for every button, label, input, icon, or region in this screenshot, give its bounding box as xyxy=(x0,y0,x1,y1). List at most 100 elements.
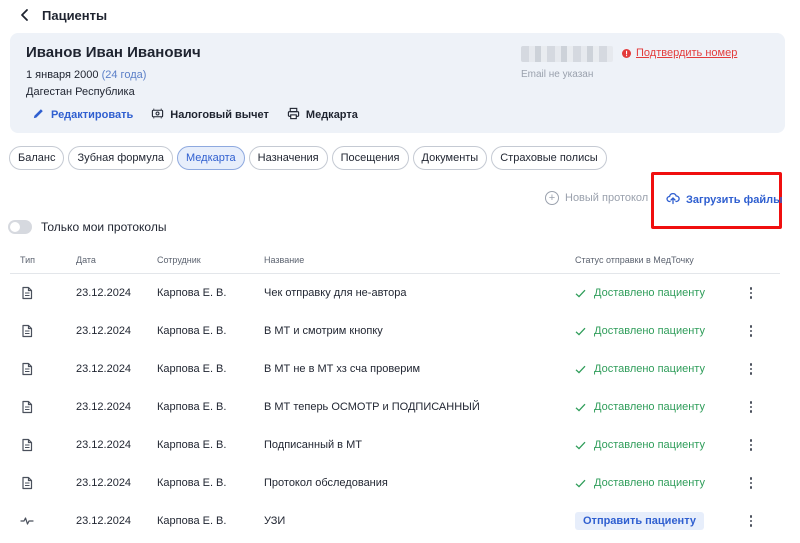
tax-deduction-button[interactable]: Налоговый вычет xyxy=(151,107,269,123)
row-employee: Карпова Е. В. xyxy=(157,287,227,299)
status-text: Доставлено пациенту xyxy=(594,325,705,337)
patient-dob-date: 1 января 2000 xyxy=(26,69,99,81)
row-title: Подписанный в МТ xyxy=(264,439,362,451)
tab-bar: Баланс Зубная формула Медкарта Назначени… xyxy=(9,146,607,170)
more-vertical-icon[interactable] xyxy=(745,474,757,492)
column-date: Дата xyxy=(76,254,96,265)
row-employee: Карпова Е. В. xyxy=(157,325,227,337)
status-delivered: Доставлено пациенту xyxy=(575,363,745,375)
document-icon xyxy=(20,400,76,414)
table-row[interactable]: 23.12.2024 Карпова Е. В. В МТ не в МТ хз… xyxy=(10,350,780,388)
status-text: Доставлено пациенту xyxy=(594,477,705,489)
row-employee: Карпова Е. В. xyxy=(157,515,227,527)
status-delivered: Доставлено пациенту xyxy=(575,325,745,337)
upload-files-label: Загрузить файлы xyxy=(686,193,783,206)
table-header: Тип Дата Сотрудник Название Статус отпра… xyxy=(10,246,780,274)
table-row[interactable]: 23.12.2024 Карпова Е. В. Протокол обслед… xyxy=(10,464,780,502)
document-icon xyxy=(20,286,76,300)
row-employee: Карпова Е. В. xyxy=(157,363,227,375)
check-icon xyxy=(575,478,586,489)
patient-actions: Редактировать Налоговый вычет Медкарта xyxy=(32,107,358,123)
column-type: Тип xyxy=(20,254,36,265)
tax-deduction-label: Налоговый вычет xyxy=(170,109,269,121)
patient-card: Иванов Иван Иванович 1 января 2000 (24 г… xyxy=(10,33,785,133)
status-delivered: Доставлено пациенту xyxy=(575,477,745,489)
row-employee: Карпова Е. В. xyxy=(157,401,227,413)
tab-documents[interactable]: Документы xyxy=(412,146,488,170)
tab-insurance[interactable]: Страховые полисы xyxy=(491,146,607,170)
check-icon xyxy=(575,288,586,299)
new-protocol-button[interactable]: + Новый протокол xyxy=(545,191,648,205)
row-employee: Карпова Е. В. xyxy=(157,439,227,451)
more-vertical-icon[interactable] xyxy=(745,512,757,530)
document-icon xyxy=(20,476,76,490)
status-text: Доставлено пациенту xyxy=(594,401,705,413)
document-icon xyxy=(20,438,76,452)
status-text: Доставлено пациенту xyxy=(594,363,705,375)
status-text: Доставлено пациенту xyxy=(594,439,705,451)
edit-button[interactable]: Редактировать xyxy=(32,107,133,123)
check-icon xyxy=(575,364,586,375)
more-vertical-icon[interactable] xyxy=(745,322,757,340)
confirm-phone-link[interactable]: Подтвердить номер xyxy=(636,47,737,59)
warning-icon xyxy=(622,48,631,58)
status-delivered: Доставлено пациенту xyxy=(575,439,745,451)
row-date: 23.12.2024 xyxy=(76,477,132,489)
more-vertical-icon[interactable] xyxy=(745,398,757,416)
table-row[interactable]: 23.12.2024 Карпова Е. В. В МТ и смотрим … xyxy=(10,312,780,350)
send-to-patient-button[interactable]: Отправить пациенту xyxy=(575,512,704,530)
check-icon xyxy=(575,402,586,413)
medcard-print-label: Медкарта xyxy=(305,109,358,121)
printer-icon xyxy=(287,107,300,123)
pencil-icon xyxy=(32,107,45,123)
column-status: Статус отправки в МедТочку xyxy=(575,254,694,265)
table-row[interactable]: 23.12.2024 Карпова Е. В. УЗИ Отправить п… xyxy=(10,502,780,540)
row-title: Протокол обследования xyxy=(264,477,388,489)
more-vertical-icon[interactable] xyxy=(745,360,757,378)
document-icon xyxy=(20,324,76,338)
row-title: УЗИ xyxy=(264,515,286,527)
column-title: Название xyxy=(264,254,305,265)
top-bar: Пациенты xyxy=(18,7,107,23)
medcard-print-button[interactable]: Медкарта xyxy=(287,107,358,123)
row-title: В МТ и смотрим кнопку xyxy=(264,325,383,337)
patient-name: Иванов Иван Иванович xyxy=(26,44,201,61)
plus-circle-icon: + xyxy=(545,191,559,205)
status-text: Доставлено пациенту xyxy=(594,287,705,299)
upload-files-button[interactable]: Загрузить файлы xyxy=(666,191,782,208)
tab-dental-formula[interactable]: Зубная формула xyxy=(68,146,173,170)
more-vertical-icon[interactable] xyxy=(745,436,757,454)
edit-button-label: Редактировать xyxy=(51,109,134,121)
column-employee: Сотрудник xyxy=(157,254,201,265)
check-icon xyxy=(575,326,586,337)
tab-medcard[interactable]: Медкарта xyxy=(177,146,245,170)
row-date: 23.12.2024 xyxy=(76,515,132,527)
patient-age: (24 года) xyxy=(101,69,147,81)
row-date: 23.12.2024 xyxy=(76,401,132,413)
patient-region: Дагестан Республика xyxy=(26,86,135,98)
chevron-left-icon[interactable] xyxy=(18,8,32,22)
tab-balance[interactable]: Баланс xyxy=(9,146,65,170)
only-mine-toggle-row: Только мои протоколы xyxy=(8,220,166,234)
email-status: Email не указан xyxy=(521,69,594,80)
tab-visits[interactable]: Посещения xyxy=(331,146,409,170)
status-delivered: Доставлено пациенту xyxy=(575,401,745,413)
tab-appointments[interactable]: Назначения xyxy=(248,146,328,170)
cloud-upload-icon xyxy=(666,191,680,208)
row-date: 23.12.2024 xyxy=(76,439,132,451)
row-title: В МТ не в МТ хз сча проверим xyxy=(264,363,421,375)
patient-dob: 1 января 2000 (24 года) xyxy=(26,69,146,81)
confirm-phone: Подтвердить номер xyxy=(622,47,737,59)
check-icon xyxy=(575,440,586,451)
only-mine-label: Только мои протоколы xyxy=(41,220,167,234)
table-row[interactable]: 23.12.2024 Карпова Е. В. Чек отправку дл… xyxy=(10,274,780,312)
receipt-icon xyxy=(151,107,164,123)
row-date: 23.12.2024 xyxy=(76,287,132,299)
row-employee: Карпова Е. В. xyxy=(157,477,227,489)
row-date: 23.12.2024 xyxy=(76,325,132,337)
page-title: Пациенты xyxy=(42,7,108,23)
table-row[interactable]: 23.12.2024 Карпова Е. В. В МТ теперь ОСМ… xyxy=(10,388,780,426)
only-mine-toggle[interactable] xyxy=(8,220,32,234)
more-vertical-icon[interactable] xyxy=(745,284,757,302)
table-row[interactable]: 23.12.2024 Карпова Е. В. Подписанный в М… xyxy=(10,426,780,464)
